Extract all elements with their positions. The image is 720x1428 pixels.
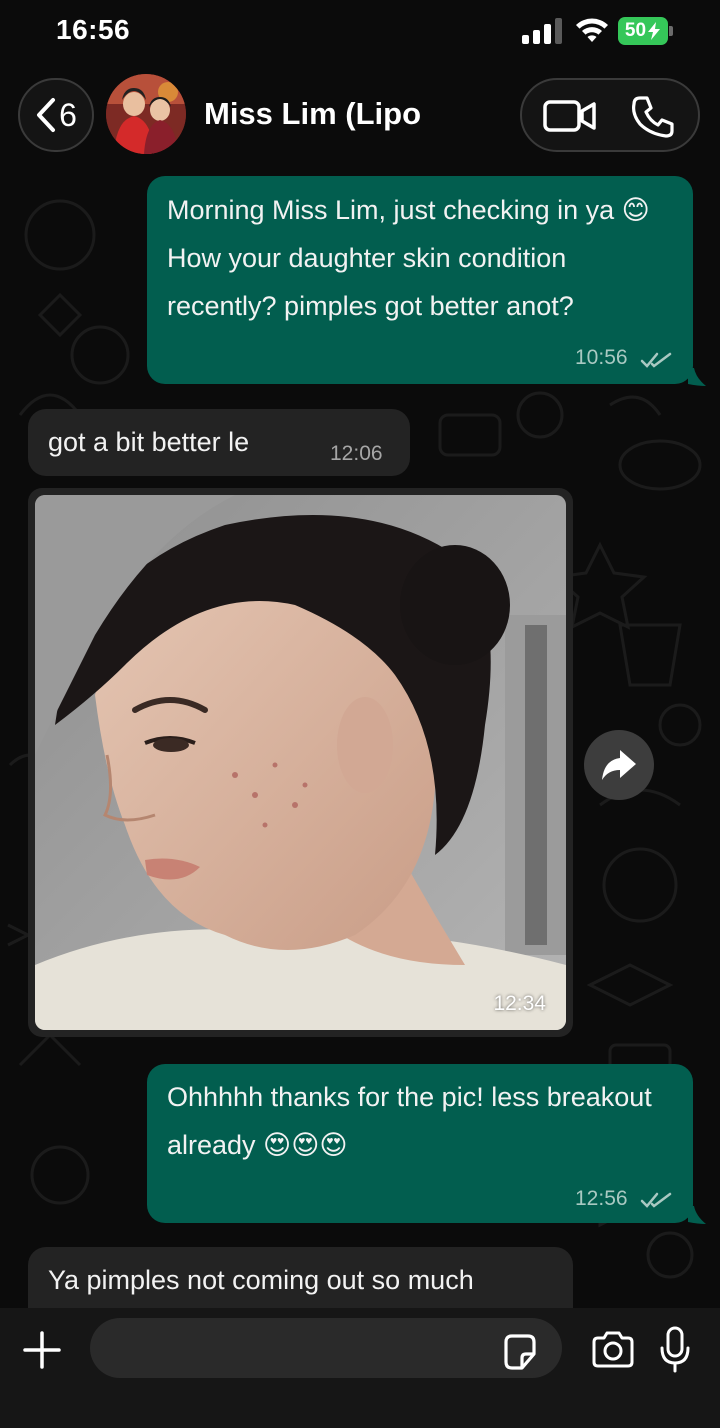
voice-call-button[interactable] xyxy=(630,94,676,140)
status-time: 16:56 xyxy=(56,14,131,45)
call-actions xyxy=(520,78,700,152)
battery-percent: 50 xyxy=(624,20,647,41)
microphone-button[interactable] xyxy=(658,1326,692,1374)
shared-photo[interactable]: 12:34 xyxy=(35,495,566,1030)
message-text: got a bit better le xyxy=(48,427,250,457)
message-time: 12:56 xyxy=(575,1187,628,1210)
message-text: Ya pimples not coming out so much xyxy=(48,1265,474,1295)
video-call-button[interactable] xyxy=(542,96,598,136)
message-composer xyxy=(0,1308,720,1428)
unread-count: 6 xyxy=(59,96,77,133)
attach-button[interactable] xyxy=(22,1330,62,1370)
contact-name[interactable]: Miss Lim (Lipo xyxy=(204,96,421,132)
message-time: 10:56 xyxy=(575,346,628,369)
forward-icon xyxy=(602,750,636,780)
sticker-button[interactable] xyxy=(500,1332,540,1372)
cellular-signal-icon xyxy=(522,18,562,44)
camera-button[interactable] xyxy=(590,1330,636,1370)
battery-cap xyxy=(669,26,673,36)
chevron-left-icon xyxy=(37,98,56,132)
bubble-tail xyxy=(688,368,706,386)
message-text: Morning Miss Lim, just checking in ya 😊 … xyxy=(167,195,650,321)
avatar-photo xyxy=(106,74,186,154)
selfie-image xyxy=(35,495,566,1030)
battery-level: 50 xyxy=(618,17,668,45)
forward-button[interactable] xyxy=(584,730,654,800)
charging-bolt-icon xyxy=(648,22,661,40)
photo-time: 12:34 xyxy=(493,992,546,1015)
message-time: 12:06 xyxy=(330,442,383,465)
message-incoming[interactable]: got a bit better le 12:06 xyxy=(28,409,410,476)
message-text: Ohhhhh thanks for the pic! less breakout… xyxy=(167,1082,652,1160)
status-bar: 16:56 50 xyxy=(0,0,720,66)
message-input[interactable] xyxy=(90,1318,562,1378)
read-receipt-icon xyxy=(640,352,672,368)
contact-avatar[interactable] xyxy=(106,74,186,154)
battery-indicator: 50 xyxy=(618,17,674,45)
bubble-tail xyxy=(688,1206,706,1224)
chat-screen: 16:56 50 6 Miss Lim (Lipo Morning Miss L… xyxy=(0,0,720,1428)
chat-header: 6 Miss Lim (Lipo xyxy=(0,66,720,166)
back-button[interactable]: 6 xyxy=(18,78,94,152)
message-photo[interactable]: 12:34 xyxy=(28,488,573,1037)
read-receipt-icon xyxy=(640,1192,672,1208)
wifi-icon xyxy=(576,18,608,42)
